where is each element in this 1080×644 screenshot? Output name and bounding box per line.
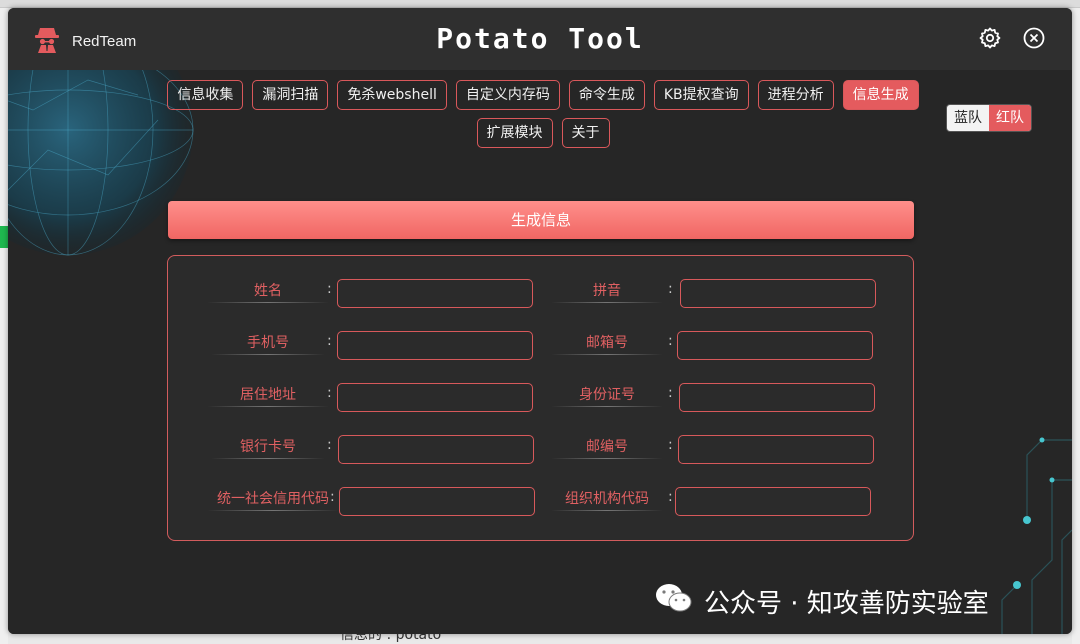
tab-about[interactable]: 关于 (561, 118, 610, 148)
watermark: 公众号 · 知攻善防实验室 (654, 582, 989, 621)
phone-label: 手机号 (212, 333, 324, 355)
tab-vuln-scan[interactable]: 漏洞扫描 (252, 80, 329, 110)
org-code-field[interactable] (675, 487, 871, 516)
tab-process-analysis[interactable]: 进程分析 (757, 80, 834, 110)
main-area: 信息收集 漏洞扫描 免杀webshell 自定义内存码 命令生成 KB提权查询 … (8, 70, 1072, 634)
address-colon: : (327, 385, 332, 401)
background-left-edge (0, 8, 8, 644)
postcode-label: 邮编号 (552, 437, 662, 459)
background-green-marker (0, 226, 8, 248)
postcode-colon: : (668, 437, 673, 453)
blue-team-button[interactable]: 蓝队 (947, 105, 989, 131)
tab-info-collect[interactable]: 信息收集 (167, 80, 244, 110)
tab-kb-query[interactable]: KB提权查询 (653, 80, 749, 110)
pinyin-label: 拼音 (552, 281, 662, 303)
id-card-colon: : (668, 385, 673, 401)
phone-field[interactable] (337, 331, 533, 360)
org-code-label: 组织机构代码 (552, 489, 662, 511)
pinyin-field[interactable] (680, 279, 876, 308)
background-right-edge (1072, 8, 1080, 644)
bank-card-field[interactable] (338, 435, 534, 464)
name-field[interactable] (337, 279, 533, 308)
address-field[interactable] (337, 383, 533, 412)
tab-command-gen[interactable]: 命令生成 (568, 80, 645, 110)
phone-colon: : (327, 333, 332, 349)
generate-info-button[interactable]: 生成信息 (168, 201, 914, 239)
app-title: Potato Tool (436, 22, 644, 55)
tab-info-generate[interactable]: 信息生成 (842, 80, 919, 110)
bank-card-colon: : (327, 437, 332, 453)
id-card-label: 身份证号 (552, 385, 662, 407)
title-bar: RedTeam Potato Tool (8, 8, 1072, 70)
credit-code-colon: : (330, 489, 335, 505)
tab-extensions[interactable]: 扩展模块 (476, 118, 553, 148)
wechat-icon (654, 582, 694, 621)
background-window-strip (0, 0, 1080, 8)
credit-code-label: 统一社会信用代码 (208, 489, 338, 511)
gear-icon[interactable] (978, 26, 1002, 50)
tab-webshell[interactable]: 免杀webshell (337, 80, 447, 110)
name-label: 姓名 (208, 281, 328, 303)
tab-memshell[interactable]: 自定义内存码 (455, 80, 560, 110)
postcode-field[interactable] (678, 435, 874, 464)
address-label: 居住地址 (208, 385, 328, 407)
email-field[interactable] (677, 331, 873, 360)
tab-bar: 信息收集 漏洞扫描 免杀webshell 自定义内存码 命令生成 KB提权查询 … (158, 80, 928, 148)
id-card-field[interactable] (679, 383, 875, 412)
org-code-colon: : (668, 489, 673, 505)
credit-code-field[interactable] (339, 487, 535, 516)
red-team-button[interactable]: 红队 (989, 105, 1031, 131)
info-form-panel: 姓名 : 拼音 : 手机号 : 邮箱号 : 居住地址 : 身份证号 : 银行卡号… (167, 255, 914, 541)
bank-card-label: 银行卡号 (212, 437, 324, 459)
close-icon[interactable] (1022, 26, 1046, 50)
watermark-text: 公众号 · 知攻善防实验室 (704, 589, 989, 619)
email-colon: : (668, 333, 673, 349)
app-window: RedTeam Potato Tool 信息收集 漏洞扫描 免杀webshell… (8, 8, 1072, 634)
name-colon: : (327, 281, 332, 297)
team-toggle: 蓝队 红队 (946, 104, 1032, 132)
pinyin-colon: : (668, 281, 673, 297)
email-label: 邮箱号 (552, 333, 662, 355)
